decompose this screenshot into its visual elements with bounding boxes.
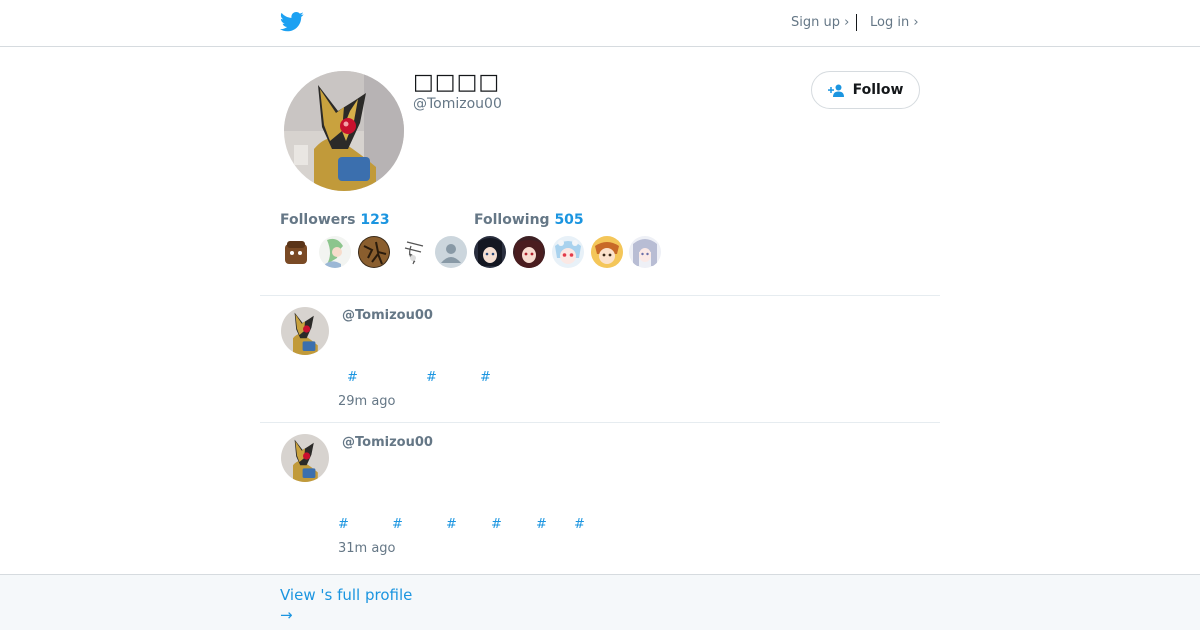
follower-avatar[interactable] bbox=[319, 236, 351, 268]
top-bar: Sign up › Log in › bbox=[0, 0, 1200, 47]
hashtag-link[interactable]: # bbox=[347, 370, 358, 385]
followers-stat[interactable]: Followers 123 bbox=[280, 212, 390, 228]
following-avatar[interactable] bbox=[552, 236, 584, 268]
follower-avatar[interactable] bbox=[435, 236, 467, 268]
footer-bar bbox=[0, 574, 1200, 630]
followers-count: 123 bbox=[360, 212, 390, 228]
follower-avatar[interactable] bbox=[358, 236, 390, 268]
profile-handle: @Tomizou00 bbox=[413, 96, 502, 112]
following-avatar[interactable] bbox=[591, 236, 623, 268]
view-full-profile-link[interactable]: View 's full profile → bbox=[280, 585, 412, 625]
hashtag-link[interactable]: # bbox=[446, 517, 457, 532]
hashtag-link[interactable]: # bbox=[426, 370, 437, 385]
profile-avatar[interactable] bbox=[284, 71, 404, 191]
follow-button[interactable]: Follow bbox=[811, 71, 920, 109]
tweet-handle[interactable]: @Tomizou00 bbox=[342, 435, 433, 450]
follower-avatar[interactable] bbox=[280, 236, 312, 268]
tweet-timestamp[interactable]: 29m ago bbox=[338, 394, 396, 409]
arrow-right-icon: → bbox=[280, 606, 293, 624]
hashtag-link[interactable]: # bbox=[480, 370, 491, 385]
hashtag-link[interactable]: # bbox=[491, 517, 502, 532]
hashtag-link[interactable]: # bbox=[536, 517, 547, 532]
following-count: 505 bbox=[554, 212, 584, 228]
header-divider bbox=[856, 14, 857, 31]
twitter-bird-icon[interactable] bbox=[280, 11, 304, 33]
signup-link[interactable]: Sign up › bbox=[791, 15, 849, 30]
following-label: Following bbox=[474, 212, 550, 228]
login-link[interactable]: Log in › bbox=[870, 15, 919, 30]
following-stat[interactable]: Following 505 bbox=[474, 212, 584, 228]
full-profile-label: View 's full profile bbox=[280, 586, 413, 604]
hashtag-link[interactable]: # bbox=[338, 517, 349, 532]
followers-label: Followers bbox=[280, 212, 356, 228]
add-person-icon bbox=[827, 84, 844, 97]
following-avatar[interactable] bbox=[513, 236, 545, 268]
display-name: □□□□ bbox=[413, 70, 501, 95]
tweet-handle[interactable]: @Tomizou00 bbox=[342, 308, 433, 323]
tweet-divider bbox=[260, 422, 940, 423]
following-avatar[interactable] bbox=[629, 236, 661, 268]
tweet-divider bbox=[260, 295, 940, 296]
profile-avatar-image bbox=[284, 71, 404, 191]
hashtag-link[interactable]: # bbox=[392, 517, 403, 532]
following-avatar[interactable] bbox=[474, 236, 506, 268]
tweet-avatar[interactable] bbox=[281, 307, 329, 355]
hashtag-link[interactable]: # bbox=[574, 517, 585, 532]
follower-avatar[interactable] bbox=[397, 236, 429, 268]
tweet-avatar[interactable] bbox=[281, 434, 329, 482]
tweet-timestamp[interactable]: 31m ago bbox=[338, 541, 396, 556]
follow-button-label: Follow bbox=[852, 82, 904, 98]
